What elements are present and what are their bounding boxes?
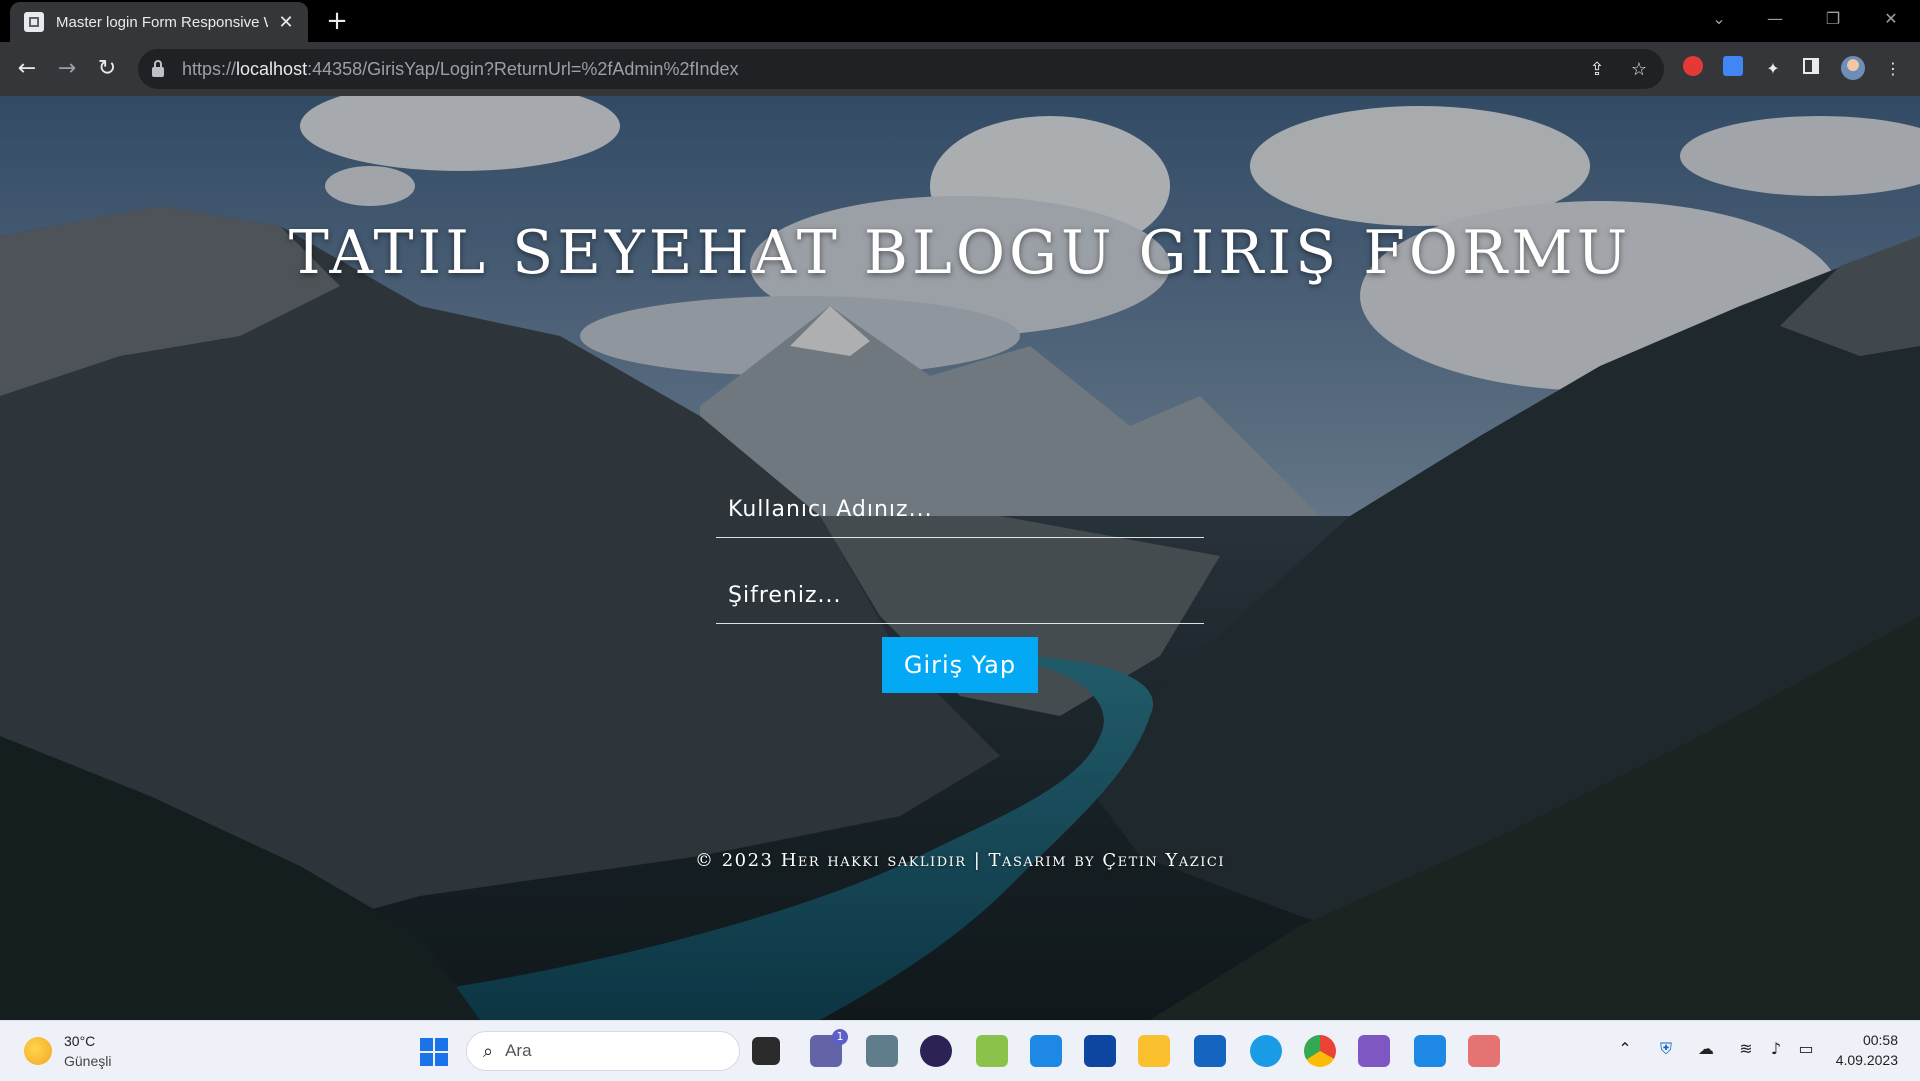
clock-date[interactable]: 4.09.2023 bbox=[1836, 1052, 1898, 1068]
side-panel-icon[interactable] bbox=[1798, 56, 1824, 82]
lock-icon[interactable] bbox=[152, 60, 164, 77]
l-app-icon[interactable] bbox=[1194, 1035, 1226, 1067]
adblock-extension-icon[interactable] bbox=[1680, 56, 1706, 82]
volume-icon[interactable]: ♪ bbox=[1764, 1039, 1788, 1058]
profile-avatar[interactable] bbox=[1840, 56, 1866, 82]
tab-strip: Master login Form Responsive W ✕ + ⌄ — ❐… bbox=[0, 0, 1920, 42]
wifi-icon[interactable]: ≋ bbox=[1734, 1039, 1758, 1058]
visual-studio-icon[interactable] bbox=[1358, 1035, 1390, 1067]
clock-time[interactable]: 00:58 bbox=[1863, 1032, 1898, 1048]
teams-chat-icon[interactable]: 1 bbox=[810, 1029, 848, 1067]
page-favicon-icon bbox=[24, 12, 44, 32]
mail-icon[interactable] bbox=[1030, 1035, 1062, 1067]
task-view-icon[interactable] bbox=[752, 1037, 780, 1065]
weather-sun-icon[interactable] bbox=[24, 1037, 52, 1065]
file-explorer-icon[interactable] bbox=[1138, 1035, 1170, 1067]
share-icon[interactable]: ⇪ bbox=[1586, 59, 1608, 81]
windows-taskbar: 30°C Güneşli ⌕ Ara 1 ⌃ ⛨ ☁ ≋ ♪ ▭ 00:58 4… bbox=[0, 1020, 1920, 1081]
search-placeholder: Ara bbox=[505, 1041, 532, 1060]
browser-toolbar: ← → ↻ https://localhost:44358/GirisYap/L… bbox=[0, 42, 1920, 96]
back-button[interactable]: ← bbox=[12, 54, 42, 84]
defender-shield-icon[interactable]: ⛨ bbox=[1654, 1039, 1678, 1059]
login-button[interactable]: Giriş Yap bbox=[882, 637, 1038, 693]
taskbar-search[interactable]: ⌕ Ara bbox=[466, 1031, 740, 1071]
chat-badge: 1 bbox=[832, 1029, 848, 1045]
chrome-icon[interactable] bbox=[1304, 1035, 1336, 1067]
calculator-icon[interactable] bbox=[866, 1035, 898, 1067]
vscode-icon[interactable] bbox=[1414, 1035, 1446, 1067]
close-window-button[interactable]: ✕ bbox=[1864, 0, 1918, 38]
eclipse-icon[interactable] bbox=[920, 1035, 952, 1067]
copyright-footer: © 2023 Her hakki saklidir | Tasarim by Ç… bbox=[694, 850, 1226, 871]
windows-start-icon[interactable] bbox=[420, 1038, 448, 1066]
search-icon: ⌕ bbox=[483, 1040, 494, 1062]
username-input[interactable] bbox=[716, 482, 1204, 538]
battery-icon[interactable]: ▭ bbox=[1794, 1039, 1818, 1058]
password-input[interactable] bbox=[716, 568, 1204, 624]
onedrive-cloud-icon[interactable]: ☁ bbox=[1694, 1039, 1718, 1058]
snip-app-icon[interactable] bbox=[976, 1035, 1008, 1067]
restore-button[interactable]: ❐ bbox=[1806, 0, 1860, 38]
tray-overflow-icon[interactable]: ⌃ bbox=[1613, 1039, 1637, 1058]
browser-menu-icon[interactable]: ⋮ bbox=[1880, 56, 1906, 82]
edge-icon[interactable] bbox=[1250, 1035, 1282, 1067]
minimize-button[interactable]: — bbox=[1748, 0, 1802, 38]
forward-button[interactable]: → bbox=[52, 54, 82, 84]
bookmark-star-icon[interactable]: ☆ bbox=[1628, 59, 1650, 81]
address-bar[interactable]: https://localhost:44358/GirisYap/Login?R… bbox=[138, 49, 1664, 89]
tab-search-icon[interactable]: ⌄ bbox=[1692, 0, 1746, 38]
tab-title: Master login Form Responsive W bbox=[56, 13, 268, 31]
new-tab-button[interactable]: + bbox=[322, 6, 352, 36]
url-text[interactable]: https://localhost:44358/GirisYap/Login?R… bbox=[182, 59, 739, 80]
weather-condition[interactable]: Güneşli bbox=[64, 1053, 111, 1069]
page-title: TATIL SEYEHAT BLOGU GIRIŞ FORMU bbox=[288, 218, 1632, 288]
reload-button[interactable]: ↻ bbox=[92, 54, 122, 84]
snipping-tool-icon[interactable] bbox=[1468, 1035, 1500, 1067]
weather-temperature[interactable]: 30°C bbox=[64, 1033, 95, 1049]
store-icon[interactable] bbox=[1084, 1035, 1116, 1067]
translate-extension-icon[interactable] bbox=[1720, 56, 1746, 82]
login-page: TATIL SEYEHAT BLOGU GIRIŞ FORMU Giriş Ya… bbox=[0, 96, 1920, 1020]
extensions-puzzle-icon[interactable]: ✦ bbox=[1760, 56, 1786, 82]
browser-tab[interactable]: Master login Form Responsive W ✕ bbox=[10, 2, 308, 42]
tab-close-icon[interactable]: ✕ bbox=[276, 12, 296, 33]
